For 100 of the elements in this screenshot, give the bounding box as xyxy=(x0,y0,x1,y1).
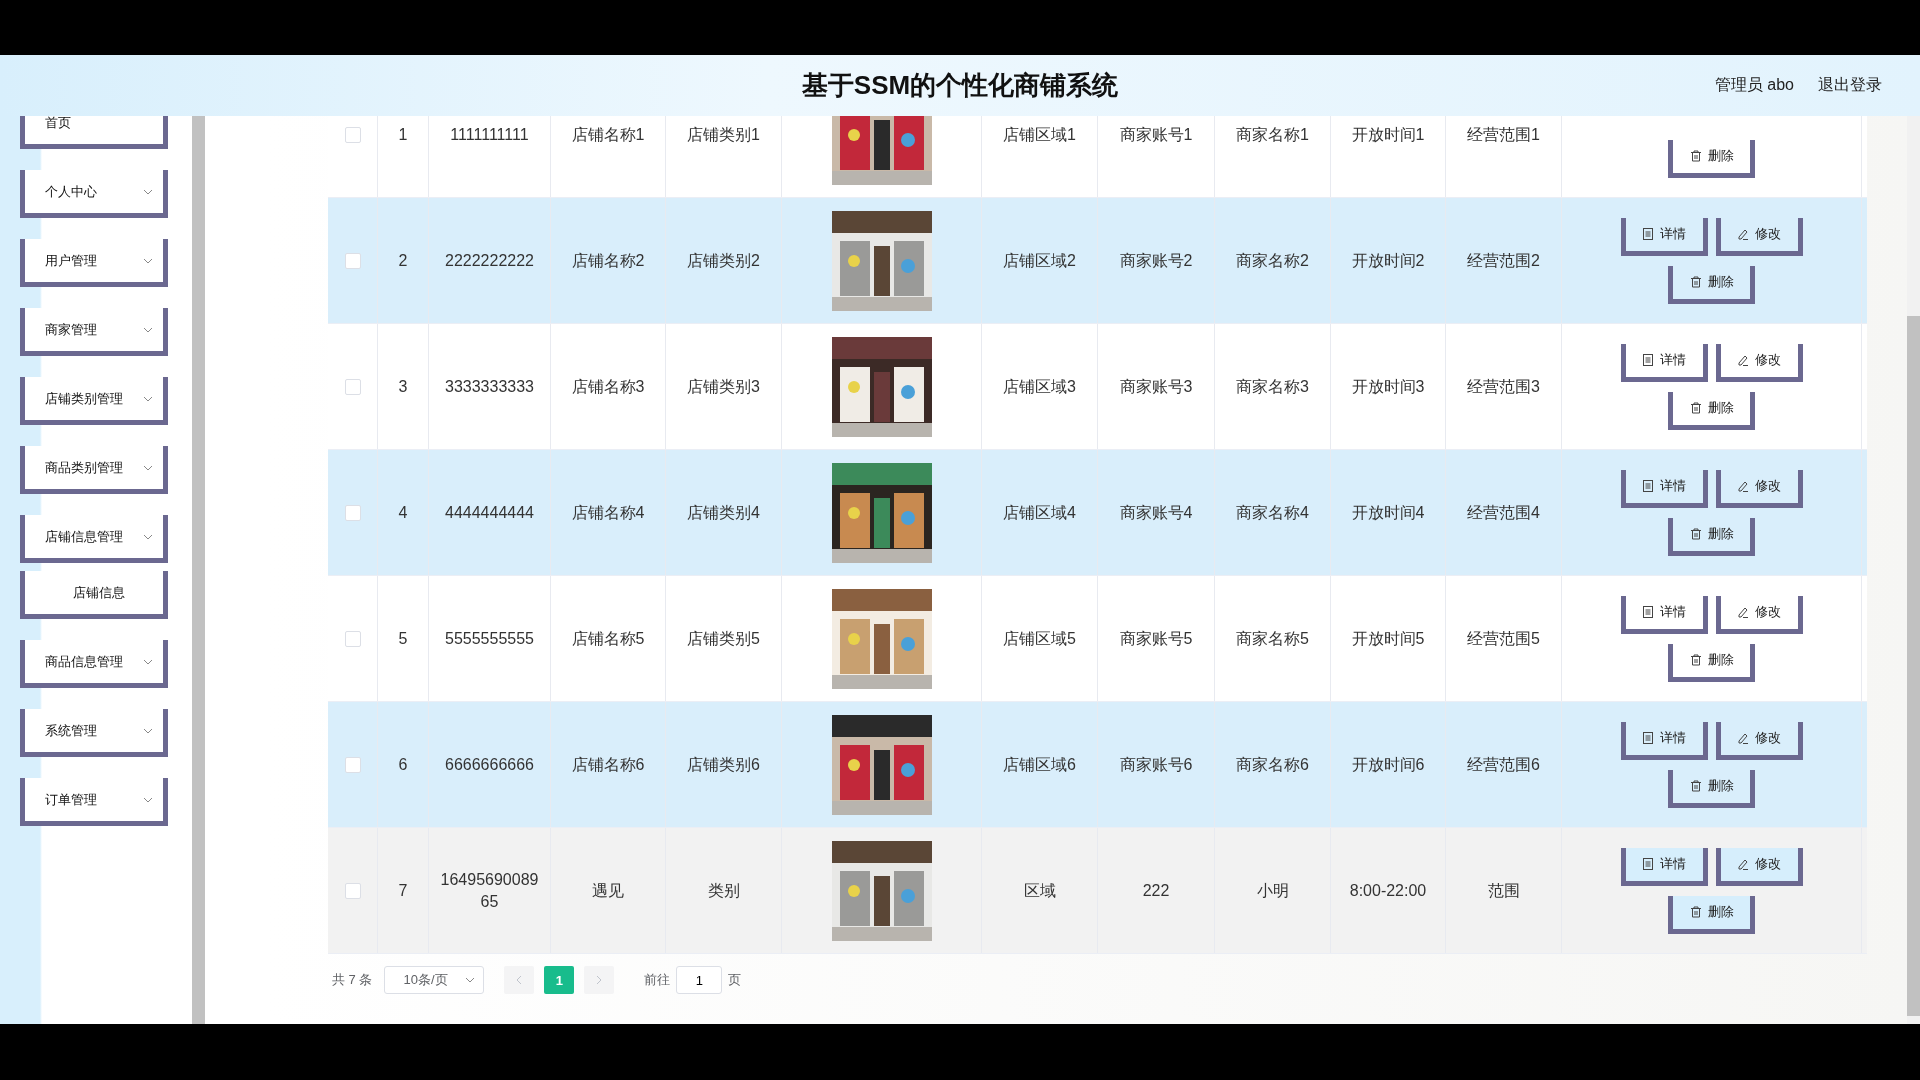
chevron-left-icon xyxy=(516,975,523,985)
table-cell-text: 4444444444 xyxy=(445,502,534,523)
table-cell-text: 开放时间2 xyxy=(1351,250,1425,271)
table-cell-text: 1 xyxy=(398,124,408,145)
trash-icon xyxy=(1689,150,1702,162)
detail-button[interactable]: 详情 xyxy=(1620,343,1708,382)
table-cell-text: 商家账号5 xyxy=(1119,628,1193,649)
detail-button[interactable]: 详情 xyxy=(1620,847,1708,886)
sidebar-menu-item[interactable]: 商家管理 xyxy=(20,308,168,356)
table-cell-text: 店铺名称4 xyxy=(571,502,645,523)
table-cell-text: 商家名称5 xyxy=(1236,628,1309,649)
row-checkbox[interactable] xyxy=(344,882,361,899)
pencil-icon xyxy=(1737,354,1749,366)
edit-button[interactable]: 修改 xyxy=(1715,469,1803,508)
page-size-select[interactable]: 10条/页 xyxy=(384,966,485,994)
table-cell-text: 开放时间3 xyxy=(1351,376,1425,397)
row-checkbox[interactable] xyxy=(344,756,361,773)
chevron-down-icon xyxy=(143,658,153,665)
chevron-down-icon xyxy=(143,533,153,540)
sidebar-menu-item[interactable]: 店铺信息管理 xyxy=(20,515,168,563)
row-checkbox[interactable] xyxy=(344,630,361,647)
sidebar-menu-item[interactable]: 商品类别管理 xyxy=(20,446,168,494)
table-cell-text: 7 xyxy=(398,880,408,901)
page-suffix-label: 页 xyxy=(728,971,742,989)
chevron-down-icon xyxy=(143,464,153,471)
document-icon xyxy=(1642,354,1654,366)
trash-icon xyxy=(1689,654,1702,666)
row-checkbox[interactable] xyxy=(344,378,361,395)
detail-button[interactable]: 详情 xyxy=(1620,217,1708,256)
edit-button[interactable]: 修改 xyxy=(1715,343,1803,382)
delete-button[interactable]: 删除 xyxy=(1668,265,1755,304)
trash-icon xyxy=(1689,528,1702,540)
system-title: 基于SSM的个性化商铺系统 xyxy=(801,69,1119,102)
table-cell-text: 经营范围6 xyxy=(1467,754,1540,775)
edit-button[interactable]: 修改 xyxy=(1715,217,1803,256)
table-cell-text: 开放时间6 xyxy=(1351,754,1425,775)
total-count: 共 7 条 xyxy=(332,971,373,989)
table-cell-text: 经营范围1 xyxy=(1467,124,1540,145)
table-cell-text: 5 xyxy=(398,628,408,649)
row-checkbox[interactable] xyxy=(344,504,361,521)
table-cell-text: 店铺区域1 xyxy=(1003,124,1076,145)
table-cell-text: 店铺区域6 xyxy=(1003,754,1076,775)
table-cell-text: 商家账号2 xyxy=(1119,250,1193,271)
goto-label: 前往 xyxy=(644,971,671,989)
pencil-icon xyxy=(1737,858,1749,870)
page-scrollbar[interactable] xyxy=(1907,116,1920,1024)
delete-button[interactable]: 删除 xyxy=(1668,769,1755,808)
table-cell-text: 商家账号4 xyxy=(1119,502,1193,523)
sidebar-menu-item[interactable]: 订单管理 xyxy=(20,778,168,826)
pencil-icon xyxy=(1737,732,1749,744)
row-checkbox[interactable] xyxy=(344,126,361,143)
next-page-button[interactable] xyxy=(584,966,615,994)
detail-button[interactable]: 详情 xyxy=(1620,469,1708,508)
table-cell-text: 店铺类别1 xyxy=(687,124,760,145)
table-cell-text: 店铺区域4 xyxy=(1003,502,1076,523)
table-cell-text: 1111111111 xyxy=(450,124,529,145)
table-cell-text: 遇见 xyxy=(592,880,624,901)
delete-button[interactable]: 删除 xyxy=(1668,391,1755,430)
delete-button[interactable]: 删除 xyxy=(1668,643,1755,682)
table-cell-text: 3 xyxy=(398,376,408,397)
chevron-down-icon xyxy=(143,326,153,333)
document-icon xyxy=(1642,606,1654,618)
goto-page-input[interactable]: 1 xyxy=(676,966,723,994)
edit-button[interactable]: 修改 xyxy=(1715,721,1803,760)
sidebar-menu-item[interactable]: 系统管理 xyxy=(20,709,168,757)
detail-button[interactable]: 详情 xyxy=(1620,595,1708,634)
delete-button[interactable]: 删除 xyxy=(1668,895,1755,934)
table-cell-text: 店铺类别2 xyxy=(687,250,760,271)
pencil-icon xyxy=(1737,606,1749,618)
sidebar-menu-item[interactable]: 商品信息管理 xyxy=(20,640,168,688)
row-checkbox[interactable] xyxy=(344,252,361,269)
delete-button[interactable]: 删除 xyxy=(1668,517,1755,556)
trash-icon xyxy=(1689,906,1702,918)
table-cell-text: 经营范围5 xyxy=(1467,628,1540,649)
table-cell-text: 商家名称2 xyxy=(1236,250,1309,271)
pencil-icon xyxy=(1737,228,1749,240)
detail-button[interactable]: 详情 xyxy=(1620,721,1708,760)
sidebar-submenu-item[interactable]: 店铺信息 xyxy=(20,571,168,619)
sidebar-scrollbar[interactable] xyxy=(192,116,205,1024)
table-cell-text: 5555555555 xyxy=(445,628,534,649)
sidebar-menu-item[interactable]: 用户管理 xyxy=(20,239,168,287)
table-cell-text: 商家名称6 xyxy=(1236,754,1309,775)
pencil-icon xyxy=(1737,480,1749,492)
table-cell-text: 2222222222 xyxy=(445,250,534,271)
table-cell-text: 6666666666 xyxy=(445,754,534,775)
delete-button[interactable]: 删除 xyxy=(1668,139,1755,178)
prev-page-button[interactable] xyxy=(504,966,535,994)
edit-button[interactable]: 修改 xyxy=(1715,595,1803,634)
table-cell-text: 2 xyxy=(398,250,408,271)
table-cell-text: 222 xyxy=(1142,880,1170,901)
edit-button[interactable]: 修改 xyxy=(1715,847,1803,886)
table-cell-text: 小明 xyxy=(1256,880,1289,901)
sidebar-menu-item[interactable]: 个人中心 xyxy=(20,170,168,218)
sidebar-menu-item[interactable]: 店铺类别管理 xyxy=(20,377,168,425)
sidebar-menu-item[interactable]: 首页 xyxy=(20,116,168,149)
table-cell-text: 8:00-22:00 xyxy=(1349,880,1427,901)
logout-link[interactable]: 退出登录 xyxy=(1818,75,1882,96)
chevron-down-icon xyxy=(143,395,153,402)
table-cell-text: 店铺名称3 xyxy=(571,376,645,397)
table-cell-text: 商家名称4 xyxy=(1236,502,1309,523)
